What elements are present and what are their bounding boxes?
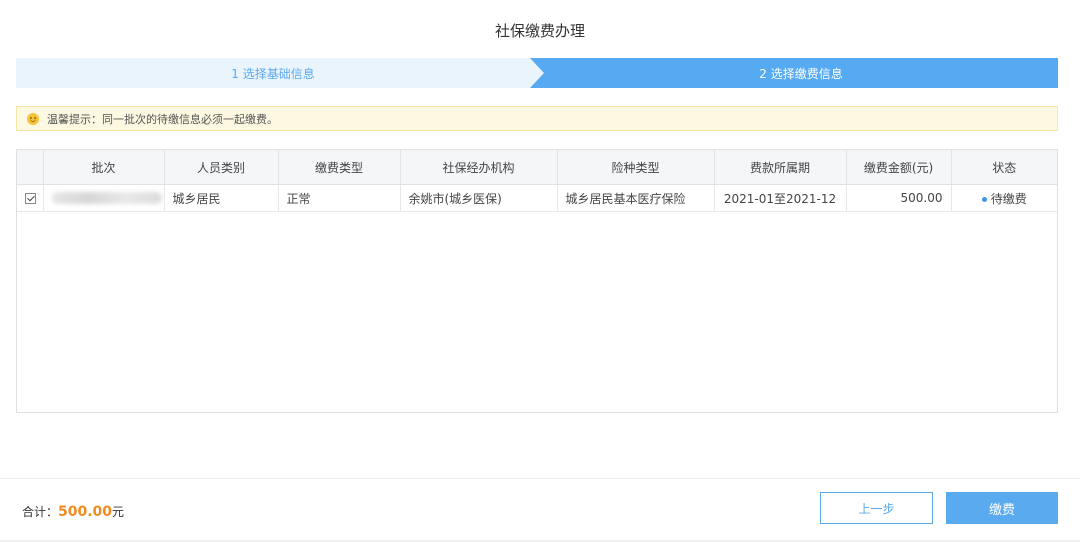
row-checkbox[interactable] <box>25 192 36 204</box>
previous-step-button[interactable]: 上一步 <box>820 492 933 524</box>
payment-table: 批次 人员类别 缴费类型 社保经办机构 险种类型 费款所属期 缴费金额(元) 状… <box>16 149 1058 413</box>
step-2-label: 2 选择缴费信息 <box>759 66 843 81</box>
pay-button[interactable]: 缴费 <box>946 492 1058 524</box>
smile-icon <box>27 112 39 125</box>
header-insurance-type: 险种类型 <box>557 150 715 185</box>
cell-pay-type: 正常 <box>278 184 401 212</box>
cell-status: 待缴费 <box>951 184 1057 212</box>
cell-batch <box>43 184 165 212</box>
header-status: 状态 <box>951 150 1057 185</box>
header-period: 费款所属期 <box>714 150 847 185</box>
tip-banner: 温馨提示：同一批次的待缴信息必须一起缴费。 <box>16 106 1058 131</box>
total-amount: 500.00 <box>58 504 113 520</box>
status-dot-icon <box>981 196 987 202</box>
cell-amount: 500.00 <box>846 184 952 212</box>
table-row[interactable]: 城乡居民 正常 余姚市(城乡医保) 城乡居民基本医疗保险 2021-01至202… <box>17 184 1057 212</box>
cell-period: 2021-01至2021-12 <box>714 184 847 212</box>
status-text: 待缴费 <box>990 191 1027 206</box>
cell-agency: 余姚市(城乡医保) <box>400 184 558 212</box>
step-progress: 1 选择基础信息 2 选择缴费信息 <box>16 58 1058 88</box>
total-summary: 合计：500.00元 <box>22 503 124 520</box>
step-1: 1 选择基础信息 <box>16 58 544 88</box>
header-pay-type: 缴费类型 <box>278 150 401 185</box>
total-unit: 元 <box>112 505 125 519</box>
header-person-type: 人员类别 <box>164 150 279 185</box>
header-amount: 缴费金额(元) <box>846 150 952 185</box>
row-checkbox-cell[interactable] <box>17 184 44 212</box>
header-batch: 批次 <box>43 150 165 185</box>
cell-insurance: 城乡居民基本医疗保险 <box>557 184 715 212</box>
step-1-label: 1 选择基础信息 <box>231 66 315 81</box>
cell-person-type: 城乡居民 <box>164 184 279 212</box>
table-header-row: 批次 人员类别 缴费类型 社保经办机构 险种类型 费款所属期 缴费金额(元) 状… <box>17 150 1057 185</box>
tip-text: 温馨提示：同一批次的待缴信息必须一起缴费。 <box>47 112 278 126</box>
header-select <box>17 150 44 185</box>
batch-redacted <box>51 192 162 204</box>
footer-divider <box>0 478 1080 479</box>
step-2: 2 选择缴费信息 <box>544 58 1058 88</box>
total-label: 合计： <box>22 505 59 519</box>
page-title: 社保缴费办理 <box>494 22 585 40</box>
header-agency: 社保经办机构 <box>400 150 558 185</box>
